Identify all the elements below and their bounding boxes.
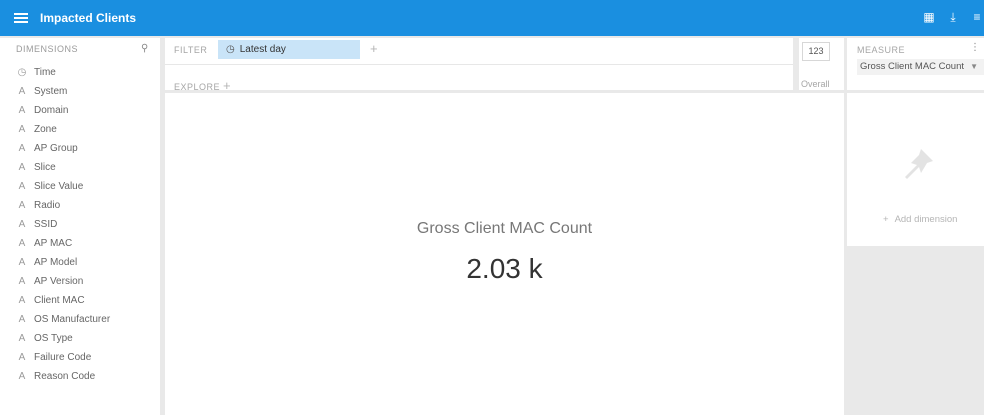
dimension-item[interactable]: A AP MAC	[16, 234, 110, 253]
dimension-item[interactable]: A OS Type	[16, 329, 110, 348]
dimension-label: System	[34, 86, 68, 97]
string-dimension-icon: A	[18, 219, 26, 230]
string-dimension-icon: A	[18, 295, 26, 306]
dimension-item[interactable]: A Client MAC	[16, 291, 110, 310]
dimension-item[interactable]: A Failure Code	[16, 348, 110, 367]
add-dimension-label: Add dimension	[894, 214, 958, 225]
visualization-area: Gross Client MAC Count 2.03 k	[165, 93, 844, 415]
dimension-item[interactable]: A OS Manufacturer	[16, 310, 111, 329]
dimension-item[interactable]: A Domain	[16, 101, 110, 120]
overall-label: Overall	[801, 79, 830, 89]
dimension-list: ◷ Time A System A Domain A Zone A AP Group A Slice A…	[16, 63, 111, 386]
dimension-item[interactable]: A AP Model	[16, 253, 110, 272]
pin-icon	[905, 149, 933, 179]
measure-select[interactable]: Gross Client MAC Count ▼	[857, 59, 984, 75]
add-filter-plus-icon[interactable]: +	[370, 41, 378, 56]
hamburger-menu-icon[interactable]	[14, 13, 28, 23]
dimension-label: Slice	[34, 162, 56, 173]
top-actions: ▦ ⤓ ≡	[922, 10, 984, 24]
search-icon[interactable]: ⚲	[141, 43, 148, 54]
dimension-label: Client MAC	[34, 295, 85, 306]
measure-menu-icon[interactable]: ⋮	[970, 42, 980, 53]
string-dimension-icon: A	[18, 276, 26, 287]
clock-icon: ◷	[226, 44, 235, 55]
string-dimension-icon: A	[18, 314, 26, 325]
dimension-label: SSID	[34, 219, 58, 230]
dimension-item[interactable]: ◷ Time	[16, 63, 110, 82]
download-icon[interactable]: ⤓	[946, 10, 960, 24]
dimension-item[interactable]: A Slice	[16, 158, 110, 177]
dimension-label: AP Version	[34, 276, 84, 287]
dimension-label: AP Group	[34, 143, 78, 154]
filter-chip-label: Latest day	[239, 44, 286, 55]
clock-icon: ◷	[17, 67, 27, 78]
layout-icon[interactable]: ▦	[922, 10, 936, 24]
dimension-label: Radio	[34, 200, 61, 211]
dimension-item[interactable]: A AP Version	[16, 272, 110, 291]
dimension-label: OS Manufacturer	[34, 314, 111, 325]
filter-bar: FILTER ◷ Latest day + EXPLORE +	[165, 38, 793, 93]
metric-title: Gross Client MAC Count	[416, 220, 593, 237]
string-dimension-icon: A	[18, 371, 26, 382]
string-dimension-icon: A	[18, 352, 26, 363]
dimensions-heading: DIMENSIONS	[16, 44, 79, 54]
dimension-label: AP MAC	[34, 238, 73, 249]
dimension-item[interactable]: A System	[16, 82, 110, 101]
dimension-label: Failure Code	[34, 352, 92, 363]
string-dimension-icon: A	[18, 333, 26, 344]
dimension-label: Domain	[34, 105, 69, 116]
dimension-item[interactable]: A Slice Value	[16, 177, 110, 196]
pinboard-panel: + Add dimension	[847, 93, 984, 246]
filter-label: FILTER	[174, 45, 208, 55]
string-dimension-icon: A	[18, 162, 26, 173]
string-dimension-icon: A	[18, 257, 26, 268]
divider	[165, 64, 793, 65]
filter-chip-time[interactable]: ◷ Latest day	[218, 40, 360, 59]
more-icon[interactable]: ≡	[970, 10, 984, 24]
metric-value: 2.03 k	[466, 253, 543, 284]
plus-icon: +	[883, 214, 889, 225]
string-dimension-icon: A	[18, 105, 26, 116]
dimension-label: Time	[34, 67, 56, 78]
string-dimension-icon: A	[18, 86, 26, 97]
dimension-label: AP Model	[34, 257, 78, 268]
dimension-label: Reason Code	[34, 371, 96, 382]
page-title: Impacted Clients	[40, 11, 137, 25]
dimension-item[interactable]: A AP Group	[16, 139, 110, 158]
string-dimension-icon: A	[18, 124, 26, 135]
explore-label: EXPLORE	[174, 82, 221, 92]
top-bar: Impacted Clients ▦ ⤓ ≡	[0, 0, 984, 36]
measure-label: MEASURE	[857, 45, 906, 55]
overall-number-icon: 123	[802, 42, 830, 61]
chevron-down-icon: ▼	[970, 62, 978, 71]
add-split-plus-icon[interactable]: +	[223, 78, 231, 93]
dimension-label: Zone	[34, 124, 57, 135]
dimension-item[interactable]: A SSID	[16, 215, 110, 234]
dimension-label: OS Type	[34, 333, 73, 344]
dimension-item[interactable]: A Zone	[16, 120, 110, 139]
string-dimension-icon: A	[18, 143, 26, 154]
dimension-item[interactable]: A Radio	[16, 196, 110, 215]
dimension-label: Slice Value	[34, 181, 84, 192]
dimension-item[interactable]: A Reason Code	[16, 367, 110, 386]
string-dimension-icon: A	[18, 200, 26, 211]
add-dimension-button[interactable]: + Add dimension	[883, 214, 957, 225]
overall-toggle[interactable]: 123 Overall	[799, 38, 844, 90]
string-dimension-icon: A	[18, 238, 26, 249]
measure-panel: MEASURE ⋮ Gross Client MAC Count ▼	[847, 38, 984, 90]
measure-selected-value: Gross Client MAC Count	[860, 61, 965, 72]
dimensions-panel: DIMENSIONS ⚲ ◷ Time A System A Domain A Zone A AP…	[0, 38, 160, 415]
string-dimension-icon: A	[18, 181, 26, 192]
